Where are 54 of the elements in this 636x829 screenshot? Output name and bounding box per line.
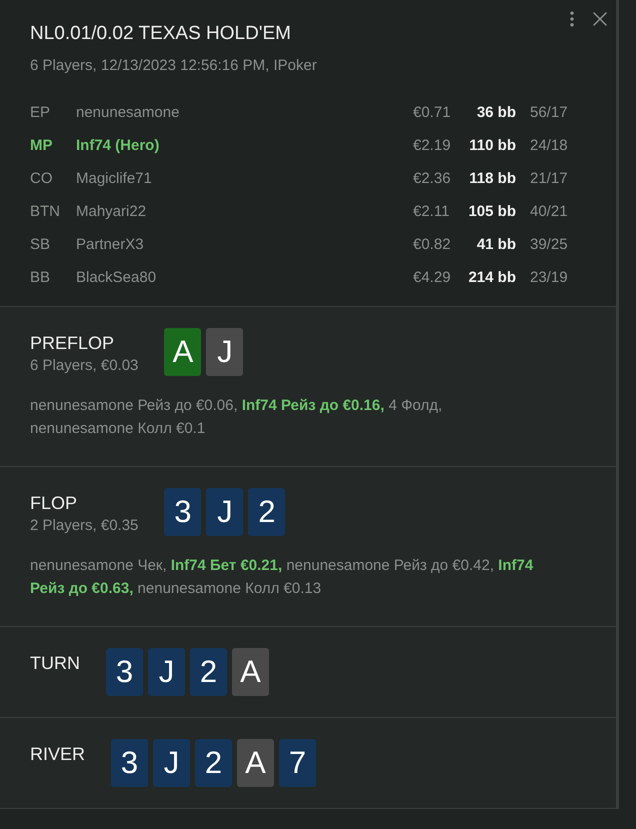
- stack-amount: €2.36: [413, 170, 451, 187]
- playing-card: 2: [248, 488, 286, 536]
- playing-card: J: [148, 648, 185, 696]
- player-name: Magiclife71: [76, 170, 152, 187]
- stack-big-blinds: 118 bb: [469, 170, 516, 187]
- playing-card: J: [206, 488, 244, 536]
- stack-amount: €0.82: [413, 236, 451, 253]
- player-stats: 40/21: [530, 203, 568, 220]
- position-label: EP: [30, 104, 50, 121]
- playing-card: 3: [164, 488, 202, 536]
- player-stats: 39/25: [530, 236, 568, 253]
- position-label: SB: [30, 236, 50, 253]
- playing-card: 3: [111, 739, 148, 787]
- street-name: FLOP: [30, 492, 78, 515]
- position-label: CO: [30, 170, 52, 187]
- stack-big-blinds: 41 bb: [476, 236, 516, 253]
- playing-card: A: [164, 328, 202, 376]
- street-actions: nenunesamone Рейз до €0.06, Inf74 Рейз до €0.16, 4 Фолд, nenunesamone Колл €0.1: [30, 396, 444, 439]
- playing-card: A: [237, 739, 274, 787]
- street-info: 2 Players, €0.35: [30, 516, 138, 536]
- playing-card: J: [206, 328, 244, 376]
- player-stats: 56/17: [530, 104, 568, 121]
- hand-title: NL0.01/0.02 TEXAS HOLD'EM: [30, 22, 292, 46]
- stack-amount: €2.19: [413, 137, 451, 154]
- street-name: RIVER: [30, 743, 86, 766]
- position-label: MP: [30, 137, 52, 154]
- playing-card: 3: [106, 648, 143, 696]
- player-stats: 24/18: [530, 137, 568, 154]
- playing-card: 2: [195, 739, 232, 787]
- player-name: BlackSea80: [76, 269, 156, 286]
- stack-amount: €2.11: [413, 203, 450, 220]
- stack-big-blinds: 36 bb: [476, 104, 516, 121]
- street-name: PREFLOP: [30, 332, 116, 355]
- hand-subtitle: 6 Players, 12/13/2023 12:56:16 PM, IPoker: [30, 56, 317, 76]
- player-name: PartnerX3: [76, 236, 144, 253]
- stack-big-blinds: 105 bb: [468, 203, 516, 220]
- stack-amount: €0.71: [413, 104, 451, 121]
- player-stats: 21/17: [530, 170, 568, 187]
- street-info: 6 Players, €0.03: [30, 356, 138, 376]
- stack-big-blinds: 110 bb: [469, 137, 516, 154]
- street-name: TURN: [30, 652, 80, 675]
- playing-card: J: [153, 739, 190, 787]
- player-stats: 23/19: [530, 269, 568, 286]
- playing-card: A: [232, 648, 269, 696]
- street-actions: nenunesamone Чек, Inf74 Бет €0.21, nenunesamone Рейз до €0.42, Inf74 Рейз до €0.63, nenunesamone Колл €0.13: [30, 556, 534, 599]
- playing-card: 7: [279, 739, 316, 787]
- stack-big-blinds: 214 bb: [468, 269, 516, 286]
- position-label: BTN: [30, 203, 60, 220]
- player-name: Mahyari22: [76, 203, 146, 220]
- player-name: nenunesamone: [76, 104, 180, 121]
- stack-amount: €4.29: [413, 269, 451, 286]
- player-name: Inf74 (Hero): [76, 137, 160, 154]
- position-label: BB: [30, 269, 50, 286]
- playing-card: 2: [190, 648, 227, 696]
